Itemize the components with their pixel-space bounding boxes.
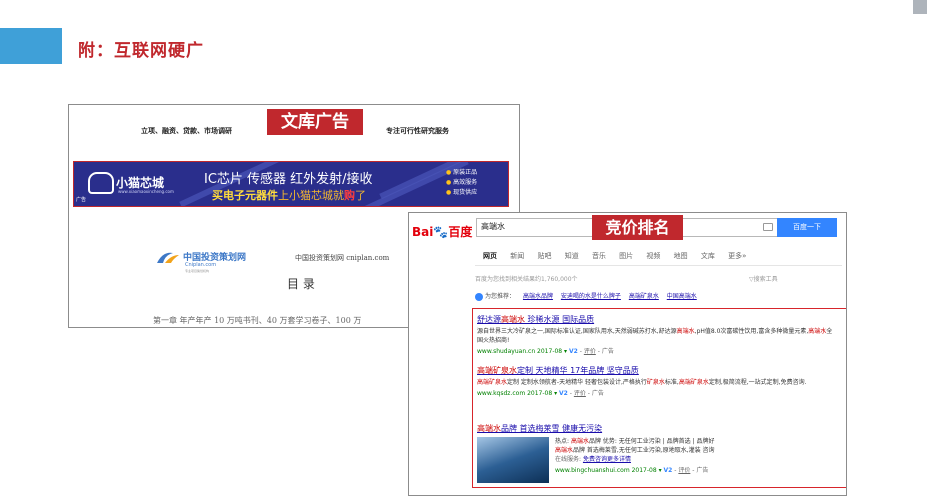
search-button[interactable]: 百度一下 <box>777 218 837 237</box>
banner-ad[interactable]: 小猫芯城 www.xiaomaoxincheng.com IC芯片 传感器 红外… <box>73 161 509 207</box>
sponsored-results-box: 舒达源高端水 珍稀水源 国际品质 源自世界三大冷矿泉之一,国际标准认证,国家队用… <box>472 308 846 488</box>
ad-label: 广告 <box>696 467 709 474</box>
search-query: 高端水 <box>481 222 505 231</box>
bidding-ad-tag: 竞价排名 <box>592 215 683 240</box>
ad-description: 高端矿泉水定制 定制水领航者-天地精华 轻奢包装设计,严格执行矿泉水标准,高端矿… <box>477 379 807 386</box>
banner-sub-buy: 购 <box>344 189 355 202</box>
banner-badges: ● 原装正品 ● 高效服务 ● 现货供应 <box>446 168 477 198</box>
dropdown-icon[interactable]: ▾ <box>554 390 557 397</box>
eval-link[interactable]: 评价 <box>584 348 596 355</box>
ad-url-line: www.bingchuanshui.com 2017-08 ▾ V2 - 评价 … <box>555 467 709 474</box>
tab-video[interactable]: 视频 <box>646 252 660 260</box>
ad-description: 高端水品牌 首选梅莱雪,无任何工业污染,原地取水,灌装 咨询 <box>555 447 715 454</box>
ad-url-line: www.shudayuan.cn 2017-08 ▾ V2 - 评价 - 广告 <box>477 348 614 355</box>
cniplan-url: Cniplan.com <box>185 262 217 268</box>
banner-sub-mid: 上小猫芯城就 <box>278 189 344 202</box>
rec-link[interactable]: 中国高端水 <box>667 293 697 300</box>
consult-link[interactable]: 免费咨询更多详情 <box>583 456 631 463</box>
ad-description: 热点: 高端水品牌 优势: 无任何工业污染 | 品牌首选 | 品牌好 <box>555 438 715 445</box>
ad-title-link[interactable]: 高端水品牌 首选梅莱雪 健康无污染 <box>477 423 837 434</box>
eval-link[interactable]: 评价 <box>678 467 690 474</box>
tab-web[interactable]: 网页 <box>483 252 497 260</box>
ad-text-block: 热点: 高端水品牌 优势: 无任何工业污染 | 品牌首选 | 品牌好 高端水品牌… <box>555 437 837 474</box>
badge-item: ● 高效服务 <box>446 179 478 186</box>
doc-header-left: 立项、融资、贷款、市场调研 <box>141 126 232 135</box>
result-count: 百度为您找到相关结果约1,760,000个 <box>475 276 578 283</box>
ad-url-line: www.kqsdz.com 2017-08 ▾ V2 - 评价 - 广告 <box>477 390 604 397</box>
cniplan-logo-icon <box>157 252 179 263</box>
ad-label: 广告 <box>591 390 604 397</box>
rec-link[interactable]: 高端水品牌 <box>523 293 553 300</box>
banner-ad-mark: 广告 <box>76 197 87 203</box>
tab-map[interactable]: 地图 <box>674 252 688 260</box>
ad-description: 源自世界三大冷矿泉之一,国际标准认证,国家队用水,天然弱碱苏打水,舒达源高端水,… <box>477 328 833 344</box>
cniplan-right-header: 中国投资策划网 cniplan.com <box>295 254 390 262</box>
eval-link[interactable]: 评价 <box>574 390 586 397</box>
search-tabs: 网页 新闻 贴吧 知道 音乐 图片 视频 地图 文库 更多» <box>483 251 757 261</box>
toc-title: 目 录 <box>287 277 315 291</box>
rec-link[interactable]: 安迪喝的水是什么牌子 <box>561 293 621 300</box>
baidu-logo-du: 百度 <box>448 225 473 239</box>
ad-title-link[interactable]: 舒达源高端水 珍稀水源 国际品质 <box>477 314 837 325</box>
banner-sub-suffix: 了 <box>355 189 366 202</box>
tab-tieba[interactable]: 贴吧 <box>537 252 551 260</box>
cniplan-sub: 专业项目策划机构 <box>185 269 210 273</box>
tab-images[interactable]: 图片 <box>619 252 633 260</box>
sponsored-result: 舒达源高端水 珍稀水源 国际品质 源自世界三大冷矿泉之一,国际标准认证,国家队用… <box>477 314 837 355</box>
paw-icon: 🐾 <box>433 225 449 239</box>
tab-more[interactable]: 更多» <box>728 252 746 260</box>
ad-title-link[interactable]: 高端矿泉水定制 天地精华 17年品牌 坚守品质 <box>477 365 837 376</box>
toc-line: 第一章 年产年产 10 万吨书刊、40 万套学习卷子、100 万 <box>153 316 362 325</box>
baidu-logo-bai: Bai <box>412 225 434 239</box>
slide-title: 附：互联网硬广 <box>78 41 204 61</box>
ad-label: 广告 <box>601 348 614 355</box>
search-tools[interactable]: ▽搜索工具 <box>749 274 778 283</box>
tab-zhidao[interactable]: 知道 <box>565 252 579 260</box>
v2-badge: V2 <box>568 348 578 355</box>
ad-thumbnail-image[interactable] <box>477 437 549 483</box>
accent-bar <box>0 28 62 64</box>
doc-header-right: 专注可行性研究服务 <box>386 126 449 135</box>
tab-divider <box>475 265 842 266</box>
tab-wenku[interactable]: 文库 <box>701 252 715 260</box>
badge-item: ● 现货供应 <box>446 189 478 196</box>
dropdown-icon[interactable]: ▾ <box>659 467 662 474</box>
badge-item: ● 原装正品 <box>446 169 478 176</box>
baidu-logo: Bai🐾百度 <box>412 223 472 240</box>
camera-icon[interactable] <box>763 223 773 231</box>
banner-subline: 买电子元器件上小猫芯城就购了 <box>212 187 366 203</box>
ad-service-line: 在线服务: 免费咨询更多详情 <box>555 456 631 463</box>
banner-sub-prefix: 买电子元器件 <box>212 189 278 202</box>
sponsored-result: 高端矿泉水定制 天地精华 17年品牌 坚守品质 高端矿泉水定制 定制水领航者-天… <box>477 365 837 397</box>
sponsored-result: 高端水品牌 首选梅莱雪 健康无污染 热点: 高端水品牌 优势: 无任何工业污染 … <box>477 423 837 485</box>
corner-decoration <box>913 0 927 14</box>
v2-badge: V2 <box>559 390 568 397</box>
cat-logo-icon <box>88 172 114 194</box>
rec-label: 为您推荐： <box>485 293 516 300</box>
dropdown-icon[interactable]: ▾ <box>564 348 567 355</box>
baidu-search-panel: Bai🐾百度 高端水 百度一下 网页 新闻 贴吧 知道 音乐 图片 视频 地图 … <box>408 212 847 496</box>
recommendations: 为您推荐： 高端水品牌 安迪喝的水是什么牌子 高端矿泉水 中国高端水 <box>475 291 697 301</box>
tab-music[interactable]: 音乐 <box>592 252 606 260</box>
banner-headline: IC芯片 传感器 红外发射/接收 <box>204 172 373 187</box>
v2-badge: V2 <box>663 467 673 474</box>
wenku-ad-tag: 文库广告 <box>267 109 363 135</box>
banner-brand-url: www.xiaomaoxincheng.com <box>118 189 174 194</box>
rec-link[interactable]: 高端矿泉水 <box>629 293 659 300</box>
tab-news[interactable]: 新闻 <box>510 252 524 260</box>
recommend-icon <box>475 292 483 301</box>
